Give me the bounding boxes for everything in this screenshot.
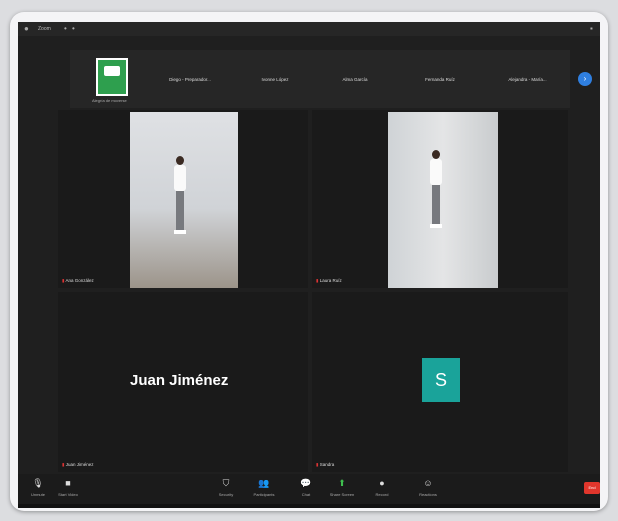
video-icon: ■ <box>65 478 71 488</box>
participant-name: Ana González <box>62 278 93 284</box>
participant-display-name: Juan Jiménez <box>130 372 229 389</box>
info-icon[interactable]: • <box>64 24 67 33</box>
reactions-button[interactable]: ☺ Reactions <box>408 478 448 497</box>
zoom-window: ● Zoom • • ▪ Alegría de moverse Diego - … <box>18 22 600 508</box>
logo-caption: Alegría de moverse <box>92 98 127 103</box>
participant-video <box>388 112 498 288</box>
participant-name: Laura Ruíz <box>316 278 342 284</box>
participant-name: Sandra <box>316 462 335 468</box>
chat-button[interactable]: 💬 Chat <box>286 478 326 497</box>
lock-icon[interactable]: • <box>72 24 75 33</box>
video-tile[interactable]: Laura Ruíz <box>312 110 568 288</box>
participant-strip: Alegría de moverse Diego - Preparador...… <box>70 50 570 108</box>
participant-video <box>130 112 238 288</box>
participant-name: Juan Jiménez <box>62 462 94 468</box>
participant-thumb[interactable]: Ivonne López <box>240 50 310 108</box>
participant-avatar: S <box>422 358 460 402</box>
meeting-toolbar: 🎙 Unmute ■ Start Video ⛉ Security 👥 Part… <box>18 474 600 508</box>
shield-icon: ⛉ <box>222 478 230 488</box>
video-tile[interactable]: Ana González <box>58 110 308 288</box>
participant-thumb[interactable]: Alejandra - María... <box>485 50 570 108</box>
person-figure <box>430 150 442 230</box>
os-taskbar <box>18 504 600 508</box>
share-screen-button[interactable]: ⬆ Share Screen <box>322 478 362 497</box>
end-meeting-button[interactable]: End <box>584 482 600 494</box>
person-figure <box>174 156 186 236</box>
people-icon: 👥 <box>258 478 270 488</box>
security-button[interactable]: ⛉ Security <box>206 478 246 497</box>
fullscreen-icon[interactable]: ▪ <box>590 24 593 33</box>
reactions-icon: ☺ <box>423 478 433 488</box>
start-video-button[interactable]: ■ Start Video <box>48 478 88 497</box>
app-icon: ● <box>24 24 29 33</box>
title-bar: ● Zoom • • ▪ <box>18 22 600 36</box>
video-tile[interactable]: S Sandra <box>312 292 568 472</box>
participant-thumb[interactable]: Alma García <box>320 50 390 108</box>
record-button[interactable]: ● Record <box>362 478 402 497</box>
record-icon: ● <box>379 478 385 488</box>
video-tile[interactable]: Juan Jiménez Juan Jiménez <box>58 292 308 472</box>
logo-thumbnail[interactable] <box>96 58 128 96</box>
share-icon: ⬆ <box>338 478 346 488</box>
participant-thumb[interactable]: Fernanda Ruíz <box>400 50 480 108</box>
next-page-icon[interactable]: › <box>578 72 592 86</box>
participants-button[interactable]: 👥 Participants <box>244 478 284 497</box>
window-title: Zoom <box>38 26 51 32</box>
chat-icon: 💬 <box>300 478 312 488</box>
participant-thumb[interactable]: Diego - Preparador... <box>150 50 230 108</box>
